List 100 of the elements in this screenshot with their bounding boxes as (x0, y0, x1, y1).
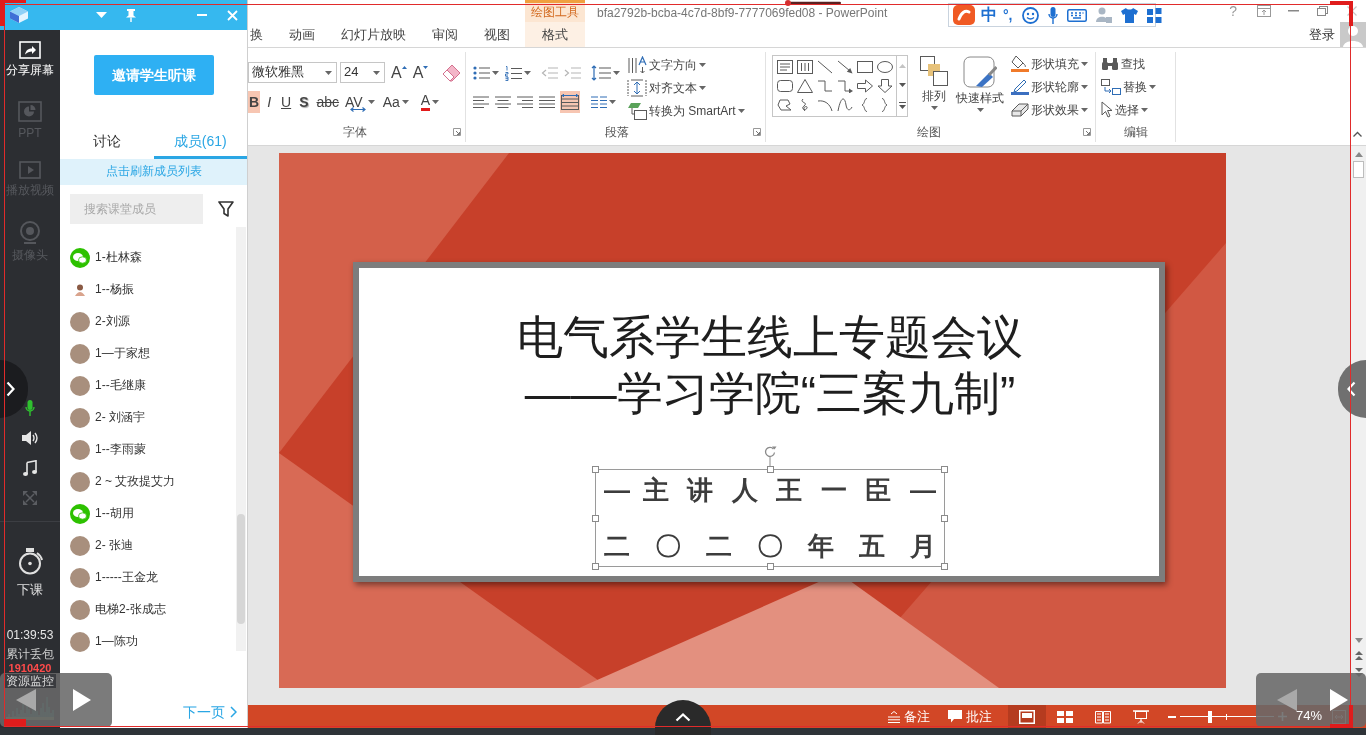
member-search-field[interactable]: 搜索课堂成员 (70, 194, 203, 224)
filter-icon[interactable] (218, 201, 234, 217)
triangle-icon[interactable] (796, 78, 813, 93)
share-screen-button[interactable]: 分享屏幕 (0, 30, 60, 90)
scrollbar-thumb[interactable] (1353, 161, 1364, 178)
text-direction-button[interactable]: 文字方向 (626, 53, 707, 76)
previous-icon[interactable] (16, 689, 36, 711)
convert-to-smartart-button[interactable]: 转换为 SmartArt (626, 99, 746, 122)
microphone-icon[interactable] (1047, 6, 1058, 24)
resize-handle-icon[interactable] (766, 466, 774, 473)
punctuation-mode-label[interactable]: °, (1003, 5, 1013, 25)
underline-button[interactable]: U (280, 91, 293, 113)
zoom-slider-thumb[interactable] (1208, 710, 1213, 723)
bullets-icon (473, 66, 490, 80)
ribbon-tab[interactable]: 审阅 (419, 22, 471, 47)
resize-handle-icon[interactable] (941, 514, 948, 522)
ribbon-tab[interactable]: 换 (248, 22, 276, 47)
ribbon-tab[interactable]: 格式 (525, 22, 585, 47)
rotate-handle-icon[interactable] (763, 445, 777, 466)
zoom-level[interactable]: 74% (1296, 708, 1323, 725)
end-class-button[interactable]: 下课 (17, 548, 43, 598)
sign-in-link[interactable]: 登录 (1309, 22, 1335, 47)
scroll-down-icon[interactable] (1354, 638, 1363, 643)
text-box-icon[interactable] (776, 59, 793, 74)
ribbon-tab[interactable]: 视图 (471, 22, 523, 47)
replace-button[interactable]: 替换 (1100, 75, 1157, 98)
collapse-ribbon-icon[interactable] (1353, 131, 1362, 137)
right-brace-icon[interactable] (881, 97, 888, 112)
left-brace-icon[interactable] (861, 97, 868, 112)
align-text-button[interactable]: 对齐文本 (626, 76, 707, 99)
resize-handle-icon[interactable] (592, 466, 599, 473)
quick-styles-button[interactable]: 快速样式 (954, 52, 1006, 112)
previous-slide-icon[interactable] (1354, 651, 1363, 660)
arrange-button[interactable]: 排列 (918, 52, 950, 110)
resize-handle-icon[interactable] (766, 563, 774, 570)
chevron-up-icon (675, 713, 691, 722)
select-button[interactable]: 选择 (1100, 98, 1149, 121)
user-avatar-icon[interactable] (1340, 22, 1366, 47)
freeform-icon[interactable] (776, 97, 793, 112)
gallery-more-icon[interactable] (898, 101, 906, 109)
find-button[interactable]: 查找 (1100, 52, 1146, 75)
next-icon[interactable] (1330, 689, 1348, 711)
next-icon[interactable] (73, 689, 91, 711)
dialog-launcher-icon[interactable] (453, 128, 461, 136)
scroll-up-icon[interactable] (1354, 152, 1363, 157)
microphone-icon[interactable] (25, 400, 35, 416)
resize-handle-icon[interactable] (592, 514, 599, 522)
smiley-icon[interactable] (1021, 6, 1039, 24)
dialog-launcher-icon[interactable] (1083, 128, 1091, 136)
keyboard-icon[interactable] (1066, 8, 1087, 22)
ribbon-tab[interactable]: 幻灯片放映 (328, 22, 419, 47)
resize-handle-icon[interactable] (941, 466, 948, 473)
arrow-line-icon[interactable] (836, 59, 853, 74)
arc-icon[interactable] (816, 97, 833, 112)
book-icon (1095, 709, 1111, 724)
comments-button[interactable]: 批注 (948, 705, 992, 728)
bold-button[interactable]: B (248, 91, 261, 113)
text-shadow-button[interactable]: S (298, 91, 310, 113)
close-icon[interactable] (1347, 6, 1357, 16)
input-mode-label[interactable]: 中 (981, 5, 997, 25)
resize-handle-icon[interactable] (592, 563, 599, 570)
rectangle-icon[interactable] (856, 59, 873, 74)
curve-icon[interactable] (836, 97, 853, 112)
shape-effects-button[interactable]: 形状效果 (1010, 98, 1089, 121)
previous-icon[interactable] (1277, 689, 1297, 711)
font-color-button[interactable]: A (419, 91, 441, 113)
rounded-rectangle-icon[interactable] (776, 78, 793, 93)
down-arrow-icon[interactable] (876, 78, 893, 93)
line-icon[interactable] (816, 59, 833, 74)
font-name-combobox[interactable]: 微软雅黑 (248, 62, 337, 83)
font-size-combobox[interactable]: 24 (340, 62, 385, 83)
music-note-icon[interactable] (23, 460, 37, 476)
restore-icon[interactable] (1317, 6, 1328, 16)
character-spacing-button[interactable]: AV (344, 91, 376, 113)
distributed-button[interactable] (560, 91, 580, 113)
zoom-out-icon[interactable] (1168, 715, 1176, 718)
shirt-icon[interactable] (1120, 7, 1138, 23)
text-box[interactable]: — 主 讲 人 王 一 臣 — 二 〇 二 〇 年 五 月 (592, 466, 948, 570)
elbow-arrow-icon[interactable] (836, 78, 853, 93)
resize-handle-icon[interactable] (941, 563, 948, 570)
right-arrow-icon[interactable] (856, 78, 873, 93)
scroll-down-icon[interactable] (898, 82, 906, 87)
italic-button[interactable]: I (266, 91, 272, 113)
change-case-button[interactable]: Aa (381, 91, 410, 113)
grow-font-button[interactable]: A (390, 61, 408, 84)
oval-icon[interactable] (876, 59, 893, 74)
panel-tab[interactable]: 讨论 (60, 125, 154, 159)
speaker-icon[interactable] (21, 431, 39, 445)
shape-outline-button[interactable]: 形状轮廓 (1010, 75, 1089, 98)
scrollbar-thumb[interactable] (237, 514, 245, 624)
strikethrough-button[interactable]: abc (315, 91, 341, 113)
ribbon-tab[interactable]: 动画 (276, 22, 328, 47)
shape-fill-button[interactable]: 形状填充 (1010, 52, 1089, 75)
normal-view-button[interactable] (1008, 705, 1046, 728)
grid-icon[interactable] (1146, 7, 1162, 23)
shrink-font-button[interactable]: A (411, 61, 430, 84)
ribbon-display-icon[interactable] (1257, 5, 1271, 17)
dialog-launcher-icon[interactable] (753, 128, 761, 136)
vertical-text-box-icon[interactable] (796, 59, 813, 74)
notes-button[interactable]: 备注 (888, 705, 930, 728)
